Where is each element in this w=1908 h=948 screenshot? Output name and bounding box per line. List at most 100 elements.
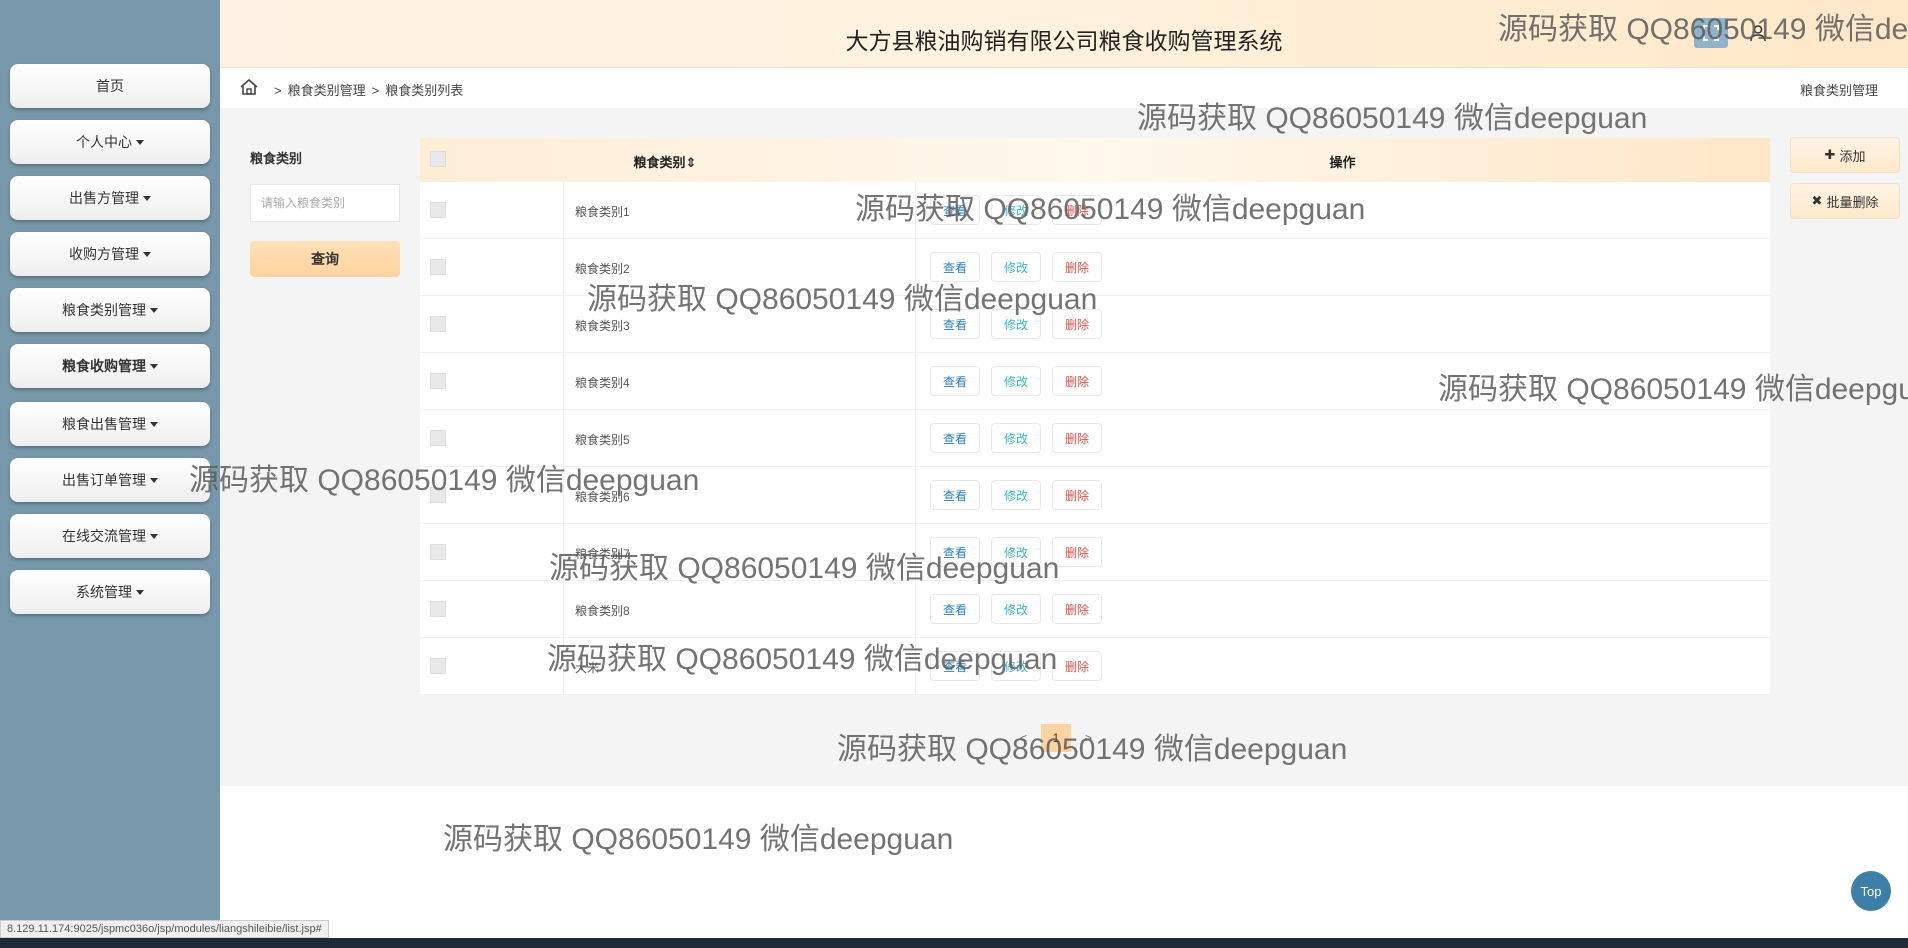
edit-button[interactable]: 修改 bbox=[991, 195, 1041, 225]
back-to-top-button[interactable]: Top bbox=[1851, 871, 1891, 911]
view-button[interactable]: 查看 bbox=[930, 309, 980, 339]
search-label: 粮食类别 bbox=[250, 151, 303, 166]
data-table: 粮食类别⇕ 操作 粮食类别1 查看 修改 删除 粮食类别2 查看 修改 删除 粮食类别3 查看 修改… bbox=[420, 138, 1770, 695]
category-name: 粮食类别6 bbox=[575, 490, 630, 504]
row-checkbox[interactable] bbox=[430, 259, 446, 275]
category-name: 粮食类别5 bbox=[575, 433, 630, 447]
category-name: 粮食类别4 bbox=[575, 376, 630, 390]
table-row: 粮食类别4 查看 修改 删除 bbox=[420, 353, 1770, 410]
delete-button[interactable]: 删除 bbox=[1052, 651, 1102, 681]
delete-button[interactable]: 删除 bbox=[1052, 252, 1102, 282]
pagination: < 1 > bbox=[1020, 724, 1092, 752]
delete-button[interactable]: 删除 bbox=[1052, 195, 1102, 225]
sidebar-item[interactable]: 粮食收购管理 bbox=[10, 344, 210, 388]
sidebar-item-label: 首页 bbox=[96, 78, 124, 94]
row-checkbox[interactable] bbox=[430, 487, 446, 503]
query-button[interactable]: 查询 bbox=[250, 241, 400, 277]
next-page-button[interactable]: > bbox=[1085, 731, 1092, 745]
sidebar-item-label: 系统管理 bbox=[76, 584, 132, 600]
row-checkbox[interactable] bbox=[430, 601, 446, 617]
view-button[interactable]: 查看 bbox=[930, 195, 980, 225]
delete-button[interactable]: 删除 bbox=[1052, 423, 1102, 453]
edit-button[interactable]: 修改 bbox=[991, 252, 1041, 282]
edit-button[interactable]: 修改 bbox=[991, 651, 1041, 681]
breadcrumb-item: 粮食类别列表 bbox=[385, 83, 464, 98]
main-content: 粮食类别 查询 粮食类别⇕ 操作 粮食类别1查看修改删除粮食类别2查看修改删除粮… bbox=[220, 108, 1908, 786]
row-checkbox[interactable] bbox=[430, 658, 446, 674]
caret-down-icon bbox=[136, 589, 144, 595]
edit-button[interactable]: 修改 bbox=[991, 423, 1041, 453]
delete-button[interactable]: 删除 bbox=[1052, 537, 1102, 567]
sidebar-item-label: 收购方管理 bbox=[69, 246, 139, 262]
app-title: 大方县粮油购销有限公司粮食收购管理系统 bbox=[845, 28, 1283, 54]
view-button[interactable]: 查看 bbox=[930, 537, 980, 567]
sidebar-item[interactable]: 系统管理 bbox=[10, 570, 210, 614]
row-checkbox[interactable] bbox=[430, 544, 446, 560]
view-button[interactable]: 查看 bbox=[930, 480, 980, 510]
table-row: 粮食类别1 查看 修改 删除 bbox=[420, 182, 1770, 239]
sidebar: 首页个人中心出售方管理收购方管理粮食类别管理 粮食收购管理 粮食出售管理 出售订单管理… bbox=[0, 0, 220, 936]
breadcrumb-current-module: 粮食类别管理 bbox=[1799, 83, 1878, 98]
delete-button[interactable]: 删除 bbox=[1052, 594, 1102, 624]
sidebar-item[interactable]: 个人中心 bbox=[10, 120, 210, 164]
edit-button[interactable]: 修改 bbox=[991, 309, 1041, 339]
sidebar-item[interactable]: 在线交流管理 bbox=[10, 514, 210, 558]
delete-button[interactable]: 删除 bbox=[1052, 309, 1102, 339]
table-row: 粮食类别5 查看 修改 删除 bbox=[420, 410, 1770, 467]
sidebar-item[interactable]: 出售订单管理 bbox=[10, 458, 210, 502]
sidebar-item-label: 粮食类别管理 bbox=[62, 302, 146, 318]
category-name: 粮食类别2 bbox=[575, 262, 630, 276]
table-row: 大米 查看 修改 删除 bbox=[420, 638, 1770, 695]
breadcrumb-separator: > bbox=[274, 83, 282, 98]
page-number[interactable]: 1 bbox=[1041, 724, 1072, 752]
sort-icon[interactable]: ⇕ bbox=[686, 155, 697, 170]
category-name: 粮食类别7 bbox=[575, 547, 630, 561]
prev-page-button[interactable]: < bbox=[1020, 731, 1027, 745]
sidebar-item-label: 粮食收购管理 bbox=[62, 358, 146, 374]
row-checkbox[interactable] bbox=[430, 430, 446, 446]
home-icon[interactable] bbox=[238, 76, 260, 98]
edit-button[interactable]: 修改 bbox=[991, 537, 1041, 567]
fullscreen-icon[interactable] bbox=[1694, 18, 1728, 48]
delete-button[interactable]: 删除 bbox=[1052, 480, 1102, 510]
table-row: 粮食类别8 查看 修改 删除 bbox=[420, 581, 1770, 638]
caret-down-icon bbox=[143, 251, 151, 257]
sidebar-item-label: 在线交流管理 bbox=[62, 528, 146, 544]
sidebar-item-label: 粮食出售管理 bbox=[62, 416, 146, 432]
row-checkbox[interactable] bbox=[430, 373, 446, 389]
sidebar-item[interactable]: 出售方管理 bbox=[10, 176, 210, 220]
watermark: 源码获取 QQ86050149 微信deepguan bbox=[443, 823, 954, 856]
view-button[interactable]: 查看 bbox=[930, 366, 980, 396]
row-checkbox[interactable] bbox=[430, 316, 446, 332]
sidebar-item[interactable]: 粮食出售管理 bbox=[10, 402, 210, 446]
edit-button[interactable]: 修改 bbox=[991, 594, 1041, 624]
row-checkbox[interactable] bbox=[430, 202, 446, 218]
sidebar-item-label: 个人中心 bbox=[76, 134, 132, 150]
batch-delete-button[interactable]: ✖ 批量删除 bbox=[1790, 183, 1900, 219]
table-row: 粮食类别2 查看 修改 删除 bbox=[420, 239, 1770, 296]
view-button[interactable]: 查看 bbox=[930, 252, 980, 282]
search-input[interactable] bbox=[250, 184, 400, 222]
plus-icon: ✚ bbox=[1824, 147, 1836, 162]
breadcrumb-item[interactable]: 粮食类别管理 bbox=[288, 83, 366, 98]
view-button[interactable]: 查看 bbox=[930, 651, 980, 681]
user-icon[interactable] bbox=[1743, 18, 1773, 48]
select-all-checkbox[interactable] bbox=[430, 151, 446, 167]
status-url: 8.129.11.174:9025/jspmc036o/jsp/modules/… bbox=[0, 920, 329, 938]
sidebar-item[interactable]: 首页 bbox=[10, 64, 210, 108]
sidebar-item[interactable]: 粮食类别管理 bbox=[10, 288, 210, 332]
edit-button[interactable]: 修改 bbox=[991, 480, 1041, 510]
column-header-actions: 操作 bbox=[1329, 155, 1356, 170]
caret-down-icon bbox=[150, 421, 158, 427]
sidebar-item-label: 出售订单管理 bbox=[62, 472, 146, 488]
add-button[interactable]: ✚ 添加 bbox=[1790, 137, 1900, 173]
table-row: 粮食类别7 查看 修改 删除 bbox=[420, 524, 1770, 581]
delete-button[interactable]: 删除 bbox=[1052, 366, 1102, 396]
column-header-category[interactable]: 粮食类别⇕ bbox=[560, 152, 770, 171]
view-button[interactable]: 查看 bbox=[930, 594, 980, 624]
table-row: 粮食类别6 查看 修改 删除 bbox=[420, 467, 1770, 524]
caret-down-icon bbox=[143, 195, 151, 201]
edit-button[interactable]: 修改 bbox=[991, 366, 1041, 396]
view-button[interactable]: 查看 bbox=[930, 423, 980, 453]
sidebar-item[interactable]: 收购方管理 bbox=[10, 232, 210, 276]
